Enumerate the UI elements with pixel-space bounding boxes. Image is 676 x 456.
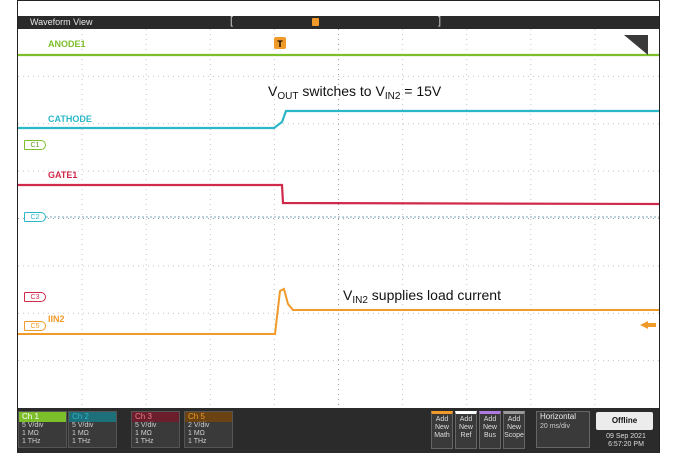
channel-2-impedance: 1 MΩ — [72, 430, 89, 437]
window-title: Waveform View — [30, 17, 93, 27]
channel-2-name: Ch 2 — [69, 412, 116, 422]
scope-status-bar: Ch 1 5 V/div 1 MΩ 1 THz Ch 2 5 V/div 1 M… — [18, 408, 659, 453]
channel-1-vdiv: 5 V/div — [22, 422, 44, 429]
view-bracket-right: ] — [438, 15, 442, 27]
channel-3-vdiv: 5 V/div — [135, 422, 157, 429]
iin2-trace — [18, 287, 659, 335]
channel-3-box[interactable]: Ch 3 5 V/div 1 MΩ 1 THz — [131, 411, 180, 448]
vin-annotation: VIN2 supplies load current — [343, 287, 501, 306]
channel-c1-chip[interactable]: C1 — [24, 140, 46, 150]
add-ref-line1: Add — [459, 416, 473, 423]
channel-1-box[interactable]: Ch 1 5 V/div 1 MΩ 1 THz — [18, 411, 67, 448]
channel-1-impedance: 1 MΩ — [22, 430, 39, 437]
channel-c3-chip[interactable]: C3 — [24, 292, 46, 302]
channel-3-impedance: 1 MΩ — [135, 430, 152, 437]
channel-5-impedance: 1 MΩ — [188, 430, 205, 437]
iin2-level-marker[interactable] — [640, 321, 648, 329]
anode1-label: ANODE1 — [48, 39, 86, 49]
add-ref-line3: Ref — [460, 432, 472, 439]
trigger-position-icon[interactable] — [312, 18, 319, 26]
add-math-line3: Math — [434, 432, 450, 439]
waveform-view-titlebar: Waveform View [ ] — [18, 15, 659, 29]
horizontal-scale: 20 ms/div — [540, 423, 570, 430]
channel-2-vdiv: 5 V/div — [72, 422, 94, 429]
date-text: 09 Sep 2021 — [606, 433, 646, 440]
add-math-line2: New — [434, 424, 449, 431]
iin2-label: IIN2 — [48, 314, 65, 324]
add-scope-line1: Add — [507, 416, 521, 423]
channel-3-bandwidth: 1 THz — [135, 438, 154, 445]
add-scope-line3: Scope — [504, 432, 524, 439]
add-scope-line2: New — [506, 424, 521, 431]
add-ref-line2: New — [458, 424, 473, 431]
add-bus-line2: New — [482, 424, 497, 431]
horizontal-title: Horizontal — [540, 412, 577, 421]
channel-2-box[interactable]: Ch 2 5 V/div 1 MΩ 1 THz — [68, 411, 117, 448]
vout-annotation: VOUT switches to VIN2 = 15V — [268, 83, 442, 102]
channel-1-name: Ch 1 — [19, 412, 66, 422]
waveform-plot[interactable]: T ANODE1 CATHODE GATE1 IIN2 C1 C2 C3 C5 … — [18, 29, 659, 408]
channel-5-name: Ch 5 — [185, 412, 232, 422]
channel-3-name: Ch 3 — [132, 412, 179, 422]
view-bracket-left: [ — [230, 15, 234, 27]
channel-5-vdiv: 2 V/div — [188, 422, 210, 429]
add-new-bus-button[interactable]: Add New Bus — [479, 411, 501, 449]
add-bus-line3: Bus — [483, 432, 497, 439]
trigger-marker-label: T — [277, 39, 283, 49]
add-new-math-button[interactable]: Add New Math — [431, 411, 453, 449]
add-math-line1: Add — [435, 416, 449, 423]
channel-1-bandwidth: 1 THz — [22, 438, 41, 445]
add-bus-line1: Add — [483, 416, 497, 423]
cathode-label: CATHODE — [48, 114, 92, 124]
time-text: 6:57:20 PM — [608, 441, 644, 448]
channel-c5-chip[interactable]: C5 — [24, 321, 46, 331]
gate1-label: GATE1 — [48, 170, 78, 180]
channel-c2-chip[interactable]: C2 — [24, 212, 46, 222]
horizontal-settings-box[interactable]: Horizontal 20 ms/div — [536, 411, 590, 448]
offline-button[interactable]: Offline — [596, 412, 653, 430]
zoom-corner-icon[interactable] — [624, 35, 648, 55]
channel-2-bandwidth: 1 THz — [72, 438, 91, 445]
add-new-ref-button[interactable]: Add New Ref — [455, 411, 477, 449]
add-new-scope-button[interactable]: Add New Scope — [503, 411, 525, 449]
datetime-display: 09 Sep 2021 6:57:20 PM — [596, 433, 656, 449]
iin2-level-marker-stem — [648, 323, 656, 327]
channel-5-box[interactable]: Ch 5 2 V/div 1 MΩ 1 THz — [184, 411, 233, 448]
channel-5-bandwidth: 1 THz — [188, 438, 207, 445]
